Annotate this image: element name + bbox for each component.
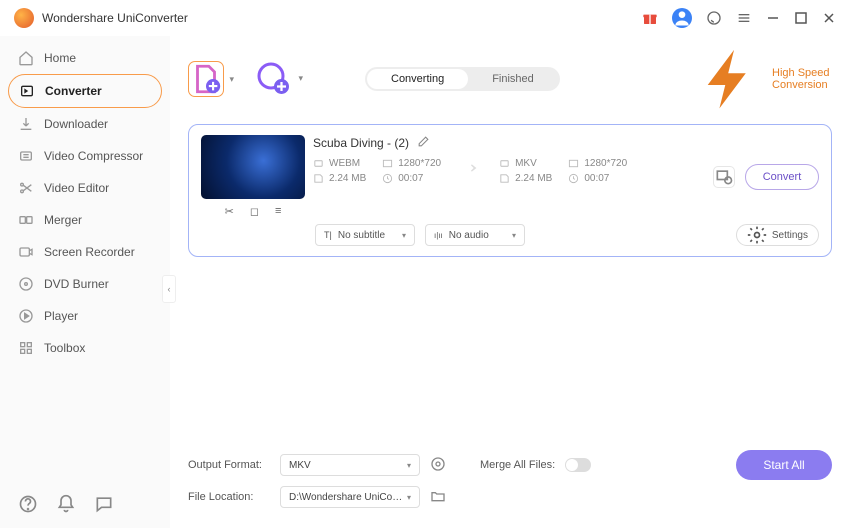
dst-format: MKV (515, 158, 537, 169)
sidebar-item-label: Video Compressor (44, 149, 143, 163)
disc-icon (18, 276, 34, 292)
sidebar-item-editor[interactable]: Video Editor (8, 172, 162, 204)
play-icon (18, 308, 34, 324)
sidebar-item-label: Merger (44, 213, 82, 227)
convert-button[interactable]: Convert (745, 164, 819, 190)
sidebar-item-merger[interactable]: Merger (8, 204, 162, 236)
settings-button[interactable]: Settings (736, 224, 819, 246)
converter-icon (19, 83, 35, 99)
subtitle-select[interactable]: T|No subtitle▾ (315, 224, 415, 246)
sidebar-item-home[interactable]: Home (8, 42, 162, 74)
sidebar-item-dvd[interactable]: DVD Burner (8, 268, 162, 300)
output-format-select[interactable]: MKV▾ (280, 454, 420, 476)
support-icon[interactable] (706, 10, 722, 26)
sidebar-item-label: DVD Burner (44, 277, 109, 291)
app-title: Wondershare UniConverter (42, 11, 188, 25)
sidebar-item-toolbox[interactable]: Toolbox (8, 332, 162, 364)
add-url-button[interactable]: ▾ (256, 61, 292, 97)
maximize-button[interactable] (794, 11, 808, 25)
size-icon (313, 173, 324, 184)
file-card: ✂ ◻ ≡ Scuba Diving - (2) WEBM 1280*720 (188, 124, 832, 257)
dst-size: 2.24 MB (515, 173, 552, 184)
trim-icon[interactable]: ✂ (225, 205, 234, 218)
sidebar: Home Converter Downloader Video Compress… (0, 36, 170, 528)
sidebar-item-label: Screen Recorder (44, 245, 135, 259)
src-res: 1280*720 (398, 158, 441, 169)
arrow-right-icon (459, 157, 481, 184)
compressor-icon (18, 148, 34, 164)
file-location-select[interactable]: D:\Wondershare UniConverter▾ (280, 486, 420, 508)
file-name: Scuba Diving - (2) (313, 136, 409, 150)
sidebar-item-label: Video Editor (44, 181, 109, 195)
file-location-label: File Location: (188, 491, 270, 503)
user-avatar[interactable] (672, 8, 692, 28)
home-icon (18, 50, 34, 66)
tab-group: Converting Finished (365, 67, 560, 91)
merger-icon (18, 212, 34, 228)
sidebar-item-compressor[interactable]: Video Compressor (8, 140, 162, 172)
res-icon (382, 158, 393, 169)
scissors-icon (18, 180, 34, 196)
sidebar-item-converter[interactable]: Converter (8, 74, 162, 108)
add-file-button[interactable]: ▾ (188, 61, 224, 97)
tab-converting[interactable]: Converting (367, 69, 468, 89)
sidebar-item-player[interactable]: Player (8, 300, 162, 332)
sidebar-item-downloader[interactable]: Downloader (8, 108, 162, 140)
output-settings-icon[interactable] (713, 166, 735, 188)
feedback-icon[interactable] (94, 494, 114, 514)
video-thumbnail[interactable] (201, 135, 305, 199)
close-button[interactable] (822, 11, 836, 25)
high-speed-label: High Speed Conversion (772, 67, 832, 91)
chevron-down-icon[interactable]: ▾ (298, 73, 303, 84)
output-format-label: Output Format: (188, 459, 270, 471)
grid-icon (18, 340, 34, 356)
dst-res: 1280*720 (584, 158, 627, 169)
src-size: 2.24 MB (329, 173, 366, 184)
bell-icon[interactable] (56, 494, 76, 514)
format-icon (499, 158, 510, 169)
clock-icon (382, 173, 393, 184)
src-dur: 00:07 (398, 173, 423, 184)
sidebar-item-label: Player (44, 309, 78, 323)
dst-dur: 00:07 (584, 173, 609, 184)
start-all-button[interactable]: Start All (736, 450, 832, 480)
minimize-button[interactable] (766, 11, 780, 25)
size-icon (499, 173, 510, 184)
app-logo (14, 8, 34, 28)
sidebar-item-label: Toolbox (44, 341, 85, 355)
edit-name-icon[interactable] (417, 135, 430, 151)
sidebar-item-label: Downloader (44, 117, 108, 131)
sidebar-item-label: Converter (45, 84, 102, 98)
high-speed-button[interactable]: High Speed Conversion (696, 44, 832, 114)
sidebar-item-label: Home (44, 51, 76, 65)
tab-finished[interactable]: Finished (468, 69, 558, 89)
chevron-down-icon[interactable]: ▾ (229, 74, 234, 85)
sidebar-item-recorder[interactable]: Screen Recorder (8, 236, 162, 268)
open-folder-icon[interactable] (430, 488, 446, 507)
gift-icon[interactable] (642, 10, 658, 26)
audio-select[interactable]: ı|ııNo audio▾ (425, 224, 525, 246)
collapse-sidebar-button[interactable]: ‹ (162, 275, 176, 303)
merge-toggle[interactable] (565, 458, 591, 472)
output-settings-icon[interactable] (430, 456, 446, 475)
res-icon (568, 158, 579, 169)
merge-label: Merge All Files: (480, 459, 555, 471)
menu-icon[interactable] (736, 10, 752, 26)
download-icon (18, 116, 34, 132)
recorder-icon (18, 244, 34, 260)
help-icon[interactable] (18, 494, 38, 514)
crop-icon[interactable]: ◻ (250, 205, 259, 218)
more-icon[interactable]: ≡ (275, 205, 281, 218)
format-icon (313, 158, 324, 169)
clock-icon (568, 173, 579, 184)
src-format: WEBM (329, 158, 360, 169)
